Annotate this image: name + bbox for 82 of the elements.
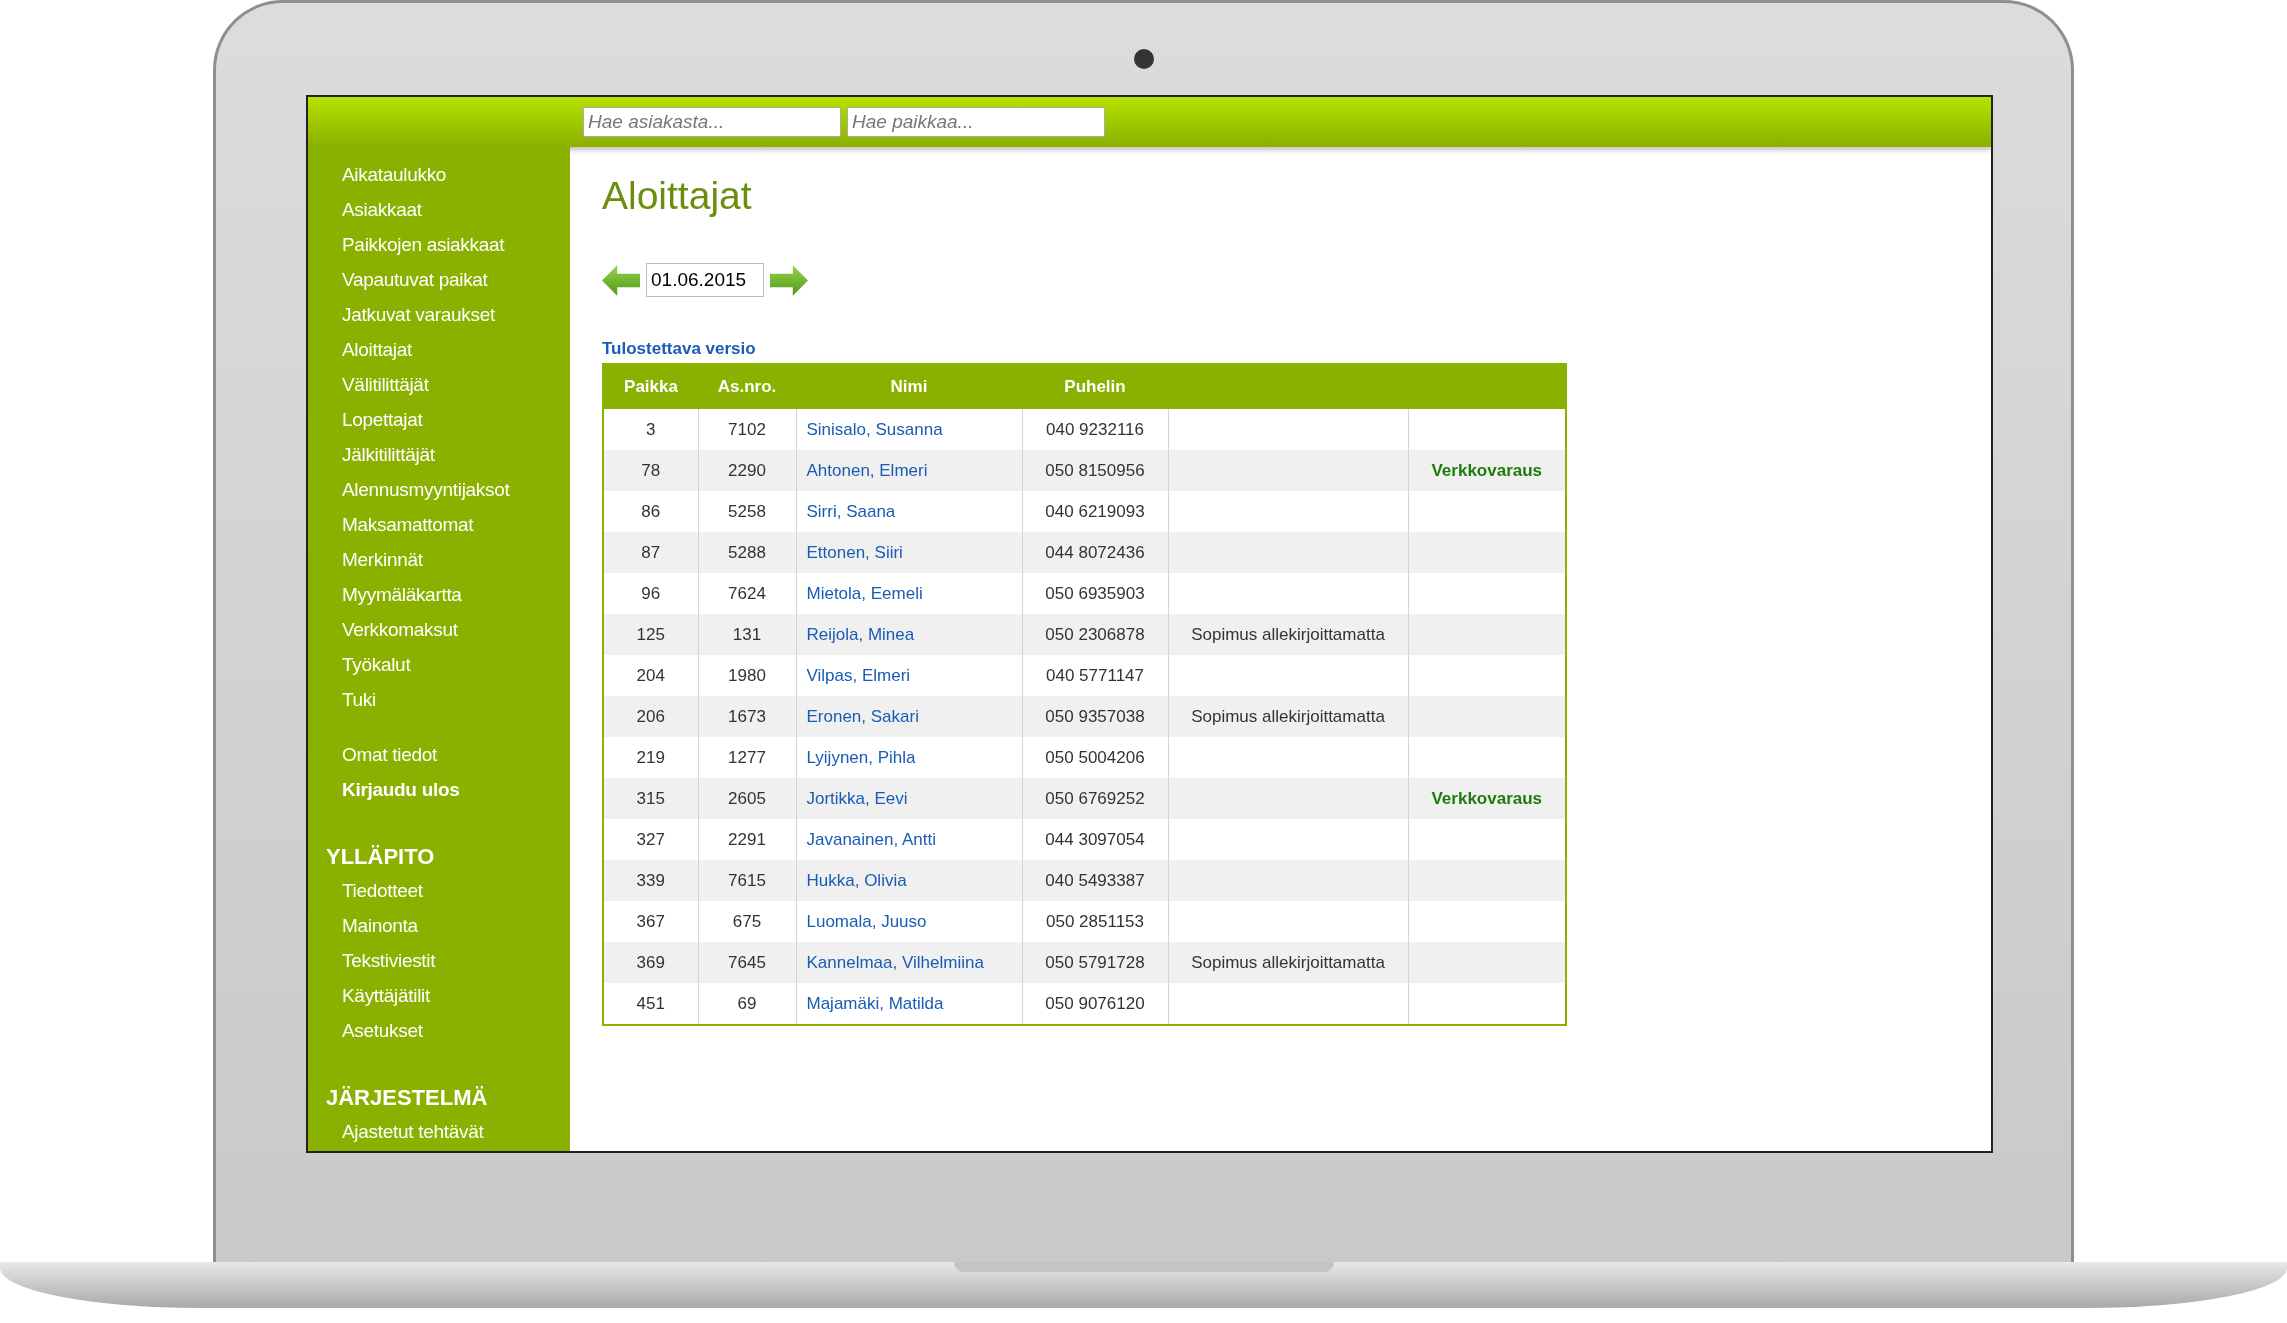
table-cell: 131 xyxy=(698,614,796,655)
table-cell: 327 xyxy=(603,819,698,860)
sidebar-item[interactable]: Vapautuvat paikat xyxy=(308,262,488,297)
sidebar-item[interactable]: Tekstiviestit xyxy=(308,943,436,978)
table-cell: 7615 xyxy=(698,860,796,901)
sidebar-item[interactable]: Tuki xyxy=(308,682,376,717)
print-version-link[interactable]: Tulostettava versio xyxy=(602,339,756,359)
column-header: Paikka xyxy=(603,364,698,409)
sidebar-item[interactable]: Myymäläkartta xyxy=(308,577,462,612)
table-cell: 96 xyxy=(603,573,698,614)
sidebar-item[interactable]: Asetukset xyxy=(308,1013,423,1048)
table-cell: 050 5791728 xyxy=(1022,942,1168,983)
sidebar-item[interactable]: Mainonta xyxy=(308,908,418,943)
sidebar-heading: JÄRJESTELMÄ xyxy=(325,1084,489,1112)
table-cell: 044 8072436 xyxy=(1022,532,1168,573)
sidebar-item[interactable]: Käyttäjätilit xyxy=(308,978,430,1013)
table-cell: 78 xyxy=(603,450,698,491)
table-cell: 7645 xyxy=(698,942,796,983)
sidebar-item[interactable]: Alennusmyyntijaksot xyxy=(308,472,510,507)
next-arrow-icon[interactable] xyxy=(770,263,808,297)
table-cell: 87 xyxy=(603,532,698,573)
table-cell: 204 xyxy=(603,655,698,696)
sidebar-item[interactable]: Ajastetut tehtävät xyxy=(308,1114,484,1149)
sidebar-item[interactable]: Jatkuvat varaukset xyxy=(308,297,495,332)
table-cell: 206 xyxy=(603,696,698,737)
table-cell: 050 8150956 xyxy=(1022,450,1168,491)
table-cell: 3 xyxy=(603,409,698,450)
table-cell: 050 6769252 xyxy=(1022,778,1168,819)
note-text: Sopimus allekirjoittamatta xyxy=(1191,624,1385,644)
column-header: Nimi xyxy=(796,364,1022,409)
customer-search-field[interactable]: Hae asiakasta... xyxy=(583,107,841,137)
sidebar-item[interactable]: Aikataulukko xyxy=(308,157,447,192)
customer-name-link[interactable]: Javanainen, Antti xyxy=(806,829,936,849)
table-cell: 5288 xyxy=(698,532,796,573)
table-cell: 050 9357038 xyxy=(1022,696,1168,737)
sidebar-item[interactable]: Lopettajat xyxy=(308,402,423,437)
customer-name-link[interactable]: Vilpas, Elmeri xyxy=(806,665,911,685)
customer-name-link[interactable]: Sinisalo, Susanna xyxy=(806,419,943,439)
table-cell: 451 xyxy=(603,983,698,1025)
note-text: Sopimus allekirjoittamatta xyxy=(1191,706,1385,726)
previous-arrow-icon[interactable] xyxy=(602,263,640,297)
table-cell: 219 xyxy=(603,737,698,778)
sidebar-item[interactable]: Merkinnät xyxy=(308,542,423,577)
sidebar-item[interactable]: Tiedotteet xyxy=(308,873,423,908)
table-cell: 367 xyxy=(603,901,698,942)
customer-name-link[interactable]: Luomala, Juuso xyxy=(806,911,927,931)
sidebar-item[interactable]: Maksamattomat xyxy=(308,507,474,542)
date-field[interactable]: 01.06.2015 xyxy=(646,263,764,297)
table-cell: 2290 xyxy=(698,450,796,491)
table-cell: 1673 xyxy=(698,696,796,737)
table-cell: 315 xyxy=(603,778,698,819)
customer-name-link[interactable]: Majamäki, Matilda xyxy=(806,993,944,1013)
note-text: Sopimus allekirjoittamatta xyxy=(1191,952,1385,972)
sidebar-item[interactable]: Omat tiedot xyxy=(308,737,437,772)
table-cell: 125 xyxy=(603,614,698,655)
table-cell: 339 xyxy=(603,860,698,901)
status-text: Verkkovaraus xyxy=(1431,788,1543,808)
sidebar-item[interactable]: Välitilittäjät xyxy=(308,367,429,402)
sidebar-item[interactable]: Aloittajat xyxy=(308,332,412,367)
sidebar-heading: YLLÄPITO xyxy=(325,843,436,871)
table-cell: 69 xyxy=(698,983,796,1025)
sidebar-item[interactable]: Asiakkaat xyxy=(308,192,422,227)
table-cell: 050 9076120 xyxy=(1022,983,1168,1025)
customer-name-link[interactable]: Mietola, Eemeli xyxy=(806,583,923,603)
sidebar-item[interactable]: Kirjaudu ulos xyxy=(308,772,460,807)
sidebar-item[interactable]: Työkalut xyxy=(308,647,411,682)
sidebar-item[interactable]: Jälkitilittäjät xyxy=(308,437,435,472)
customer-name-link[interactable]: Lyijynen, Pihla xyxy=(806,747,916,767)
customer-name-link[interactable]: Sirri, Saana xyxy=(806,501,896,521)
column-header: As.nro. xyxy=(698,364,796,409)
camera-icon xyxy=(1133,49,1154,69)
sidebar-item[interactable]: Paikkojen asiakkaat xyxy=(308,227,505,262)
table-cell: 2605 xyxy=(698,778,796,819)
page-title: Aloittajat xyxy=(602,173,753,219)
table-cell: 040 5493387 xyxy=(1022,860,1168,901)
table-cell: 369 xyxy=(603,942,698,983)
column-header: Puhelin xyxy=(1022,364,1168,409)
sidebar-item[interactable]: Verkkomaksut xyxy=(308,612,458,647)
status-text: Verkkovaraus xyxy=(1431,460,1543,480)
table-cell: 86 xyxy=(603,491,698,532)
place-search-field[interactable]: Hae paikkaa... xyxy=(847,107,1105,137)
table-cell: 050 2306878 xyxy=(1022,614,1168,655)
